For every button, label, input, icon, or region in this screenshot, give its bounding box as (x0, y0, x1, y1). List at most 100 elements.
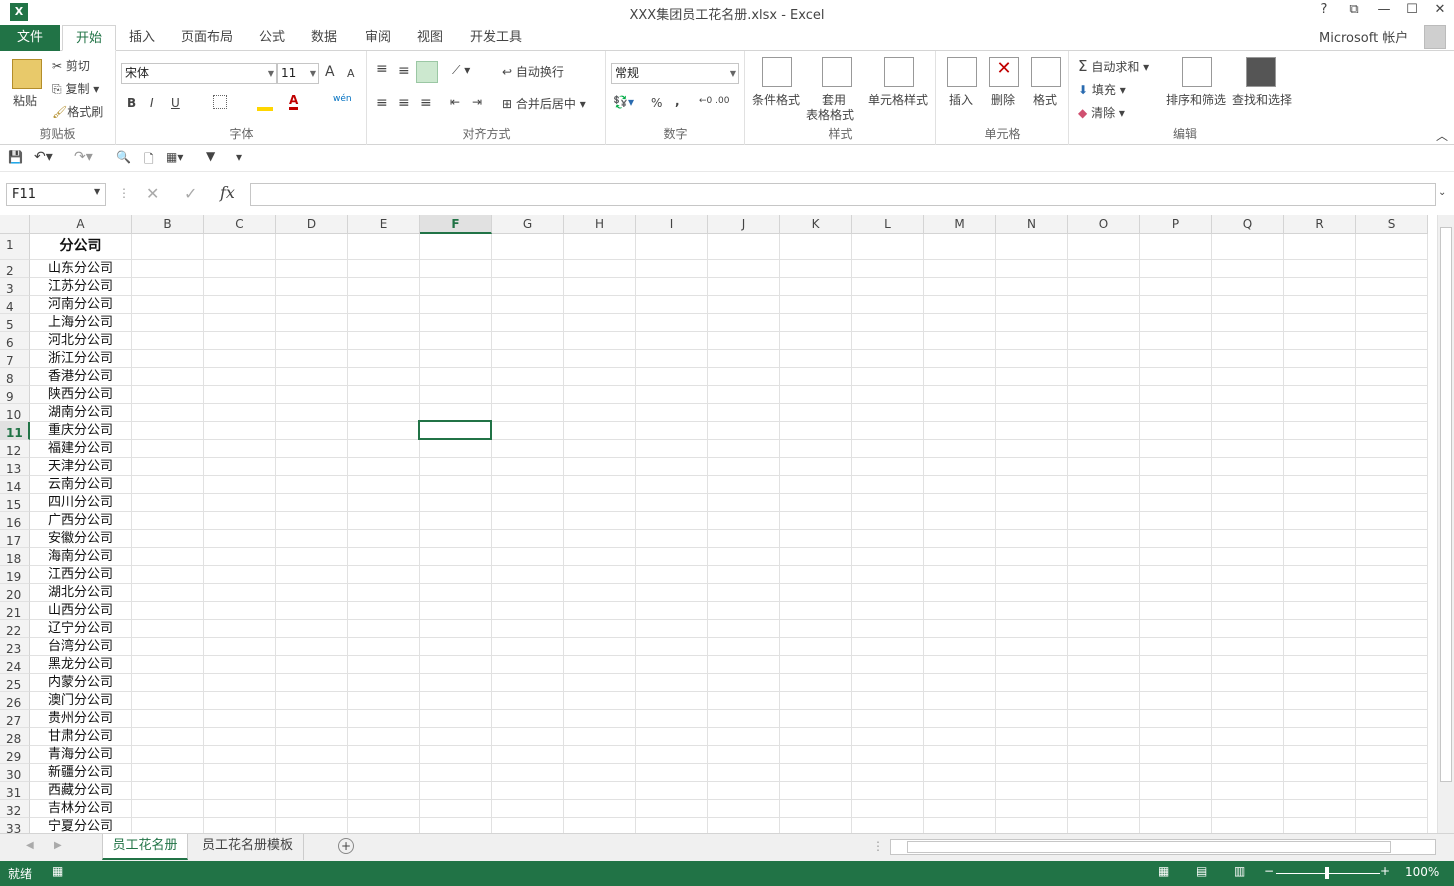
empty-cell[interactable] (780, 710, 852, 728)
empty-cell[interactable] (276, 234, 348, 260)
empty-cell[interactable] (1068, 656, 1140, 674)
empty-cell[interactable] (924, 476, 996, 494)
empty-cell[interactable] (924, 530, 996, 548)
empty-cell[interactable] (1212, 566, 1284, 584)
empty-cell[interactable] (564, 782, 636, 800)
empty-cell[interactable] (1212, 494, 1284, 512)
tab-developer[interactable]: 开发工具 (462, 25, 530, 51)
empty-cell[interactable] (420, 512, 492, 530)
empty-cell[interactable] (348, 404, 420, 422)
empty-cell[interactable] (1284, 620, 1356, 638)
empty-cell[interactable] (852, 584, 924, 602)
empty-cell[interactable] (1212, 440, 1284, 458)
empty-cell[interactable] (204, 674, 276, 692)
table-cell[interactable]: 甘肃分公司 (30, 728, 132, 746)
underline-button[interactable]: U (171, 96, 180, 110)
empty-cell[interactable] (276, 692, 348, 710)
empty-cell[interactable] (1212, 530, 1284, 548)
empty-cell[interactable] (924, 818, 996, 833)
empty-cell[interactable] (1140, 296, 1212, 314)
table-cell[interactable]: 四川分公司 (30, 494, 132, 512)
empty-cell[interactable] (1140, 674, 1212, 692)
empty-cell[interactable] (1356, 548, 1428, 566)
empty-cell[interactable] (1212, 404, 1284, 422)
empty-cell[interactable] (420, 350, 492, 368)
empty-cell[interactable] (276, 764, 348, 782)
empty-cell[interactable] (132, 566, 204, 584)
empty-cell[interactable] (348, 800, 420, 818)
empty-cell[interactable] (1140, 818, 1212, 833)
empty-cell[interactable] (1284, 234, 1356, 260)
horizontal-scrollbar[interactable] (890, 839, 1436, 855)
phonetic-guide-button[interactable]: wén (333, 94, 352, 104)
empty-cell[interactable] (420, 234, 492, 260)
empty-cell[interactable] (996, 746, 1068, 764)
empty-cell[interactable] (564, 332, 636, 350)
empty-cell[interactable] (1356, 746, 1428, 764)
empty-cell[interactable] (420, 818, 492, 833)
empty-cell[interactable] (348, 656, 420, 674)
empty-cell[interactable] (1356, 656, 1428, 674)
empty-cell[interactable] (564, 296, 636, 314)
empty-cell[interactable] (996, 656, 1068, 674)
empty-cell[interactable] (204, 476, 276, 494)
empty-cell[interactable] (996, 386, 1068, 404)
empty-cell[interactable] (204, 656, 276, 674)
row-header[interactable]: 17 (0, 530, 30, 548)
empty-cell[interactable] (1284, 440, 1356, 458)
empty-cell[interactable] (132, 476, 204, 494)
empty-cell[interactable] (492, 404, 564, 422)
empty-cell[interactable] (780, 404, 852, 422)
paste-button[interactable]: 粘贴 (13, 92, 37, 109)
empty-cell[interactable] (708, 764, 780, 782)
empty-cell[interactable] (996, 234, 1068, 260)
font-name-select[interactable]: 宋体 ▼ (121, 63, 277, 84)
expand-formula-bar-icon[interactable]: ⌄ (1438, 187, 1446, 198)
empty-cell[interactable] (780, 440, 852, 458)
empty-cell[interactable] (132, 620, 204, 638)
empty-cell[interactable] (348, 476, 420, 494)
empty-cell[interactable] (636, 692, 708, 710)
close-button[interactable]: ✕ (1426, 2, 1454, 17)
empty-cell[interactable] (1284, 404, 1356, 422)
redo-icon[interactable]: ↷▾ (74, 149, 93, 165)
empty-cell[interactable] (852, 458, 924, 476)
empty-cell[interactable] (1068, 368, 1140, 386)
undo-icon[interactable]: ↶▾ (34, 149, 53, 165)
empty-cell[interactable] (204, 512, 276, 530)
increase-decimal-icon[interactable]: ←0 .00 (699, 96, 729, 106)
empty-cell[interactable] (1068, 566, 1140, 584)
empty-cell[interactable] (132, 674, 204, 692)
empty-cell[interactable] (1212, 692, 1284, 710)
empty-cell[interactable] (492, 764, 564, 782)
empty-cell[interactable] (348, 296, 420, 314)
empty-cell[interactable] (492, 386, 564, 404)
empty-cell[interactable] (420, 260, 492, 278)
empty-cell[interactable] (708, 494, 780, 512)
empty-cell[interactable] (1284, 296, 1356, 314)
vertical-scroll-thumb[interactable] (1440, 227, 1452, 782)
empty-cell[interactable] (564, 404, 636, 422)
empty-cell[interactable] (1356, 512, 1428, 530)
empty-cell[interactable] (1356, 234, 1428, 260)
add-sheet-icon[interactable]: + (338, 838, 354, 854)
empty-cell[interactable] (276, 620, 348, 638)
empty-cell[interactable] (564, 350, 636, 368)
empty-cell[interactable] (492, 818, 564, 833)
empty-cell[interactable] (1140, 368, 1212, 386)
empty-cell[interactable] (348, 350, 420, 368)
empty-cell[interactable] (708, 404, 780, 422)
row-header[interactable]: 10 (0, 404, 30, 422)
empty-cell[interactable] (924, 404, 996, 422)
empty-cell[interactable] (924, 656, 996, 674)
empty-cell[interactable] (492, 656, 564, 674)
empty-cell[interactable] (996, 494, 1068, 512)
save-icon[interactable]: 💾 (8, 150, 23, 164)
empty-cell[interactable] (852, 566, 924, 584)
orientation-icon[interactable]: ⟋ ▾ (452, 63, 470, 78)
empty-cell[interactable] (636, 656, 708, 674)
empty-cell[interactable] (132, 458, 204, 476)
empty-cell[interactable] (1068, 314, 1140, 332)
table-cell[interactable]: 吉林分公司 (30, 800, 132, 818)
empty-cell[interactable] (1212, 350, 1284, 368)
